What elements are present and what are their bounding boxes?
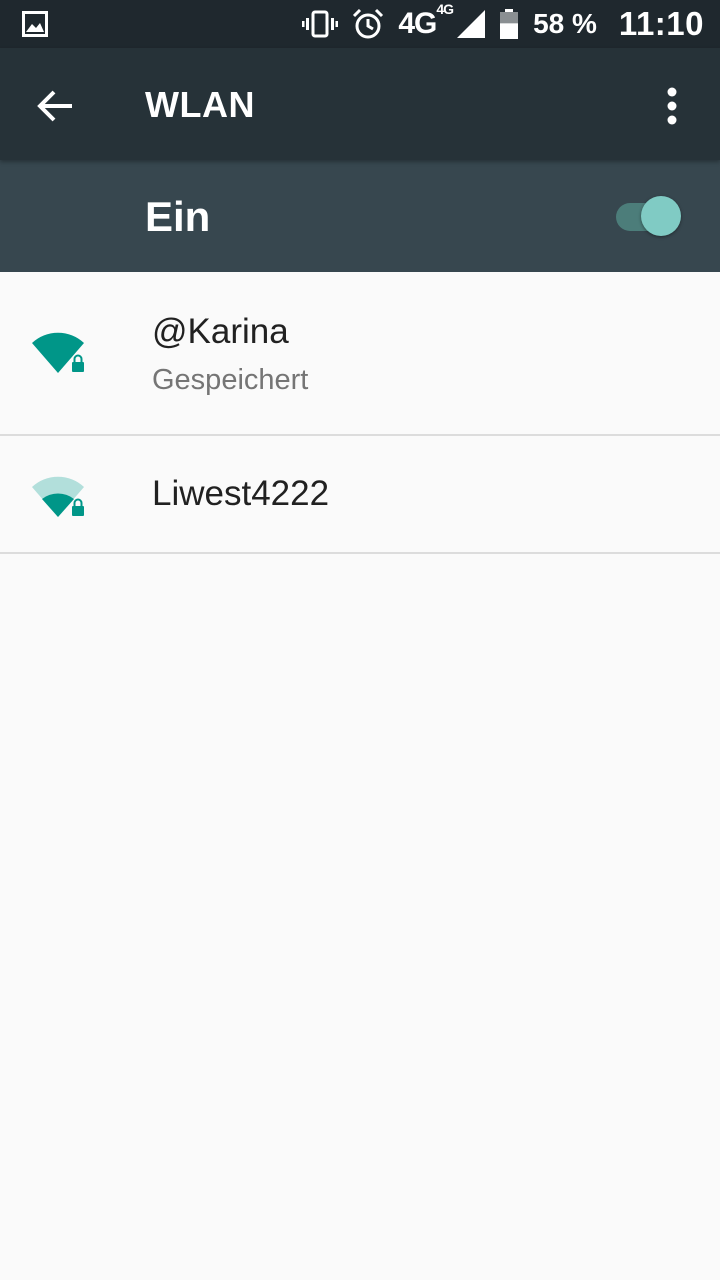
network-status: Gespeichert <box>152 364 309 396</box>
wifi-switch-bar[interactable]: Ein <box>0 160 720 272</box>
list-item[interactable]: Liwest4222 <box>0 436 720 554</box>
switch-state-label: Ein <box>145 193 211 240</box>
toggle-thumb <box>641 196 681 236</box>
status-bar: 4G4G 58 % 11:10 <box>0 0 720 48</box>
wifi-toggle[interactable] <box>614 195 684 237</box>
alarm-icon <box>353 8 384 39</box>
wifi-network-list: @Karina Gespeichert Liwest4222 <box>0 272 720 554</box>
network-type-label: 4G4G <box>398 1 454 40</box>
network-name: @Karina <box>152 312 289 351</box>
app-toolbar: WLAN <box>0 48 720 160</box>
image-icon <box>22 11 48 37</box>
status-icons: 4G4G 58 % 11:10 <box>302 0 704 48</box>
signal-icon <box>457 10 486 38</box>
battery-icon <box>500 9 519 39</box>
vibrate-icon <box>302 10 339 38</box>
arrow-back-icon[interactable] <box>28 78 84 134</box>
page-title: WLAN <box>145 84 255 125</box>
list-item[interactable]: @Karina Gespeichert <box>0 272 720 436</box>
battery-percent: 58 % <box>533 8 597 39</box>
clock: 11:10 <box>618 5 704 42</box>
network-name: Liwest4222 <box>152 474 330 513</box>
wifi-signal-medium-icon <box>32 476 84 517</box>
wifi-signal-full-icon <box>32 332 84 373</box>
more-vert-icon[interactable] <box>648 78 696 134</box>
